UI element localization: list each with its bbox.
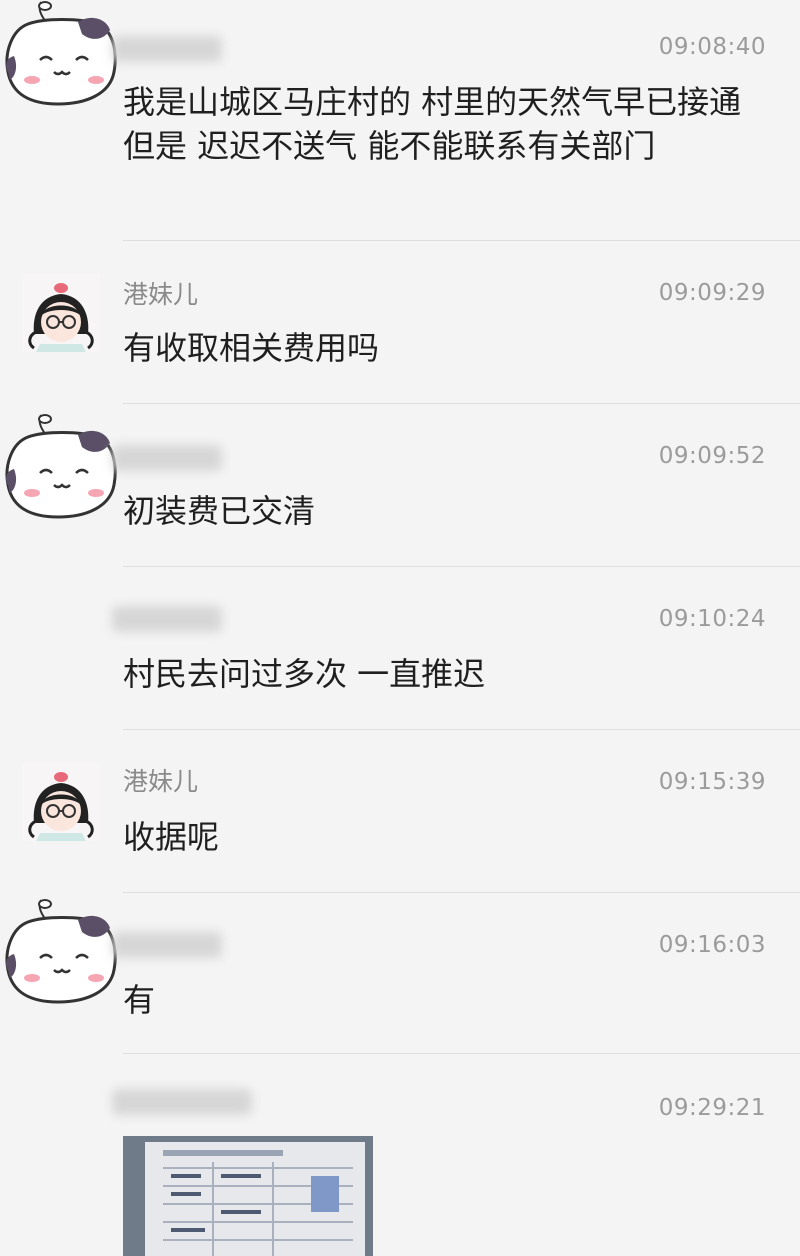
message-item[interactable]: 港妹儿 09:09:29 有收取相关费用吗	[0, 242, 800, 405]
message-text: 初装费已交清	[123, 492, 316, 530]
sender-name-blurred	[112, 36, 222, 62]
message-divider	[123, 1053, 800, 1054]
cat-avatar-icon	[5, 1, 117, 106]
message-time: 09:08:40	[658, 34, 766, 60]
girl-avatar[interactable]	[22, 763, 100, 841]
message-time: 09:09:29	[658, 280, 766, 306]
receipt-photo-icon	[123, 1136, 373, 1256]
message-divider	[123, 892, 800, 893]
chat-message-list: 09:08:40 我是山城区马庄村的 村里的天然气早已接通 但是 迟迟不送气 能…	[0, 0, 800, 1256]
message-time: 09:29:21	[658, 1095, 766, 1121]
message-item[interactable]: 09:29:21	[0, 1057, 800, 1256]
message-item[interactable]: 港妹儿 09:15:39 收据呢	[0, 731, 800, 894]
sender-name-blurred	[112, 1089, 252, 1115]
message-divider	[123, 729, 800, 730]
message-text: 有	[123, 981, 156, 1019]
message-divider	[123, 240, 800, 241]
message-item[interactable]: 09:16:03 有	[0, 894, 800, 1057]
sender-name-blurred	[112, 445, 222, 471]
message-time: 09:09:52	[658, 443, 766, 469]
receipt-photo-attachment[interactable]	[123, 1136, 373, 1256]
cat-avatar-icon	[5, 414, 117, 519]
girl-avatar[interactable]	[22, 274, 100, 352]
message-time: 09:10:24	[658, 606, 766, 632]
message-item[interactable]: 09:10:24 村民去问过多次 一直推迟	[0, 568, 800, 731]
message-item[interactable]: 09:08:40 我是山城区马庄村的 村里的天然气早已接通 但是 迟迟不送气 能…	[0, 0, 800, 242]
sender-name-blurred	[112, 932, 222, 958]
message-text: 我是山城区马庄村的 村里的天然气早已接通 但是 迟迟不送气 能不能联系有关部门	[123, 83, 742, 165]
sender-name-blurred	[112, 606, 222, 632]
cat-avatar-icon	[5, 899, 117, 1004]
message-time: 09:16:03	[658, 932, 766, 958]
sender-name: 港妹儿	[123, 767, 199, 796]
cat-avatar[interactable]	[0, 413, 120, 523]
girl-avatar-icon	[22, 274, 100, 352]
cat-avatar[interactable]	[0, 898, 120, 1008]
message-text: 有收取相关费用吗	[123, 329, 380, 367]
message-divider	[123, 403, 800, 404]
message-text: 收据呢	[123, 818, 220, 856]
cat-avatar[interactable]	[0, 0, 120, 110]
message-divider	[123, 566, 800, 567]
girl-avatar-icon	[22, 763, 100, 841]
sender-name: 港妹儿	[123, 280, 199, 309]
message-item[interactable]: 09:09:52 初装费已交清	[0, 405, 800, 568]
message-time: 09:15:39	[658, 769, 766, 795]
message-text: 村民去问过多次 一直推迟	[123, 655, 486, 693]
